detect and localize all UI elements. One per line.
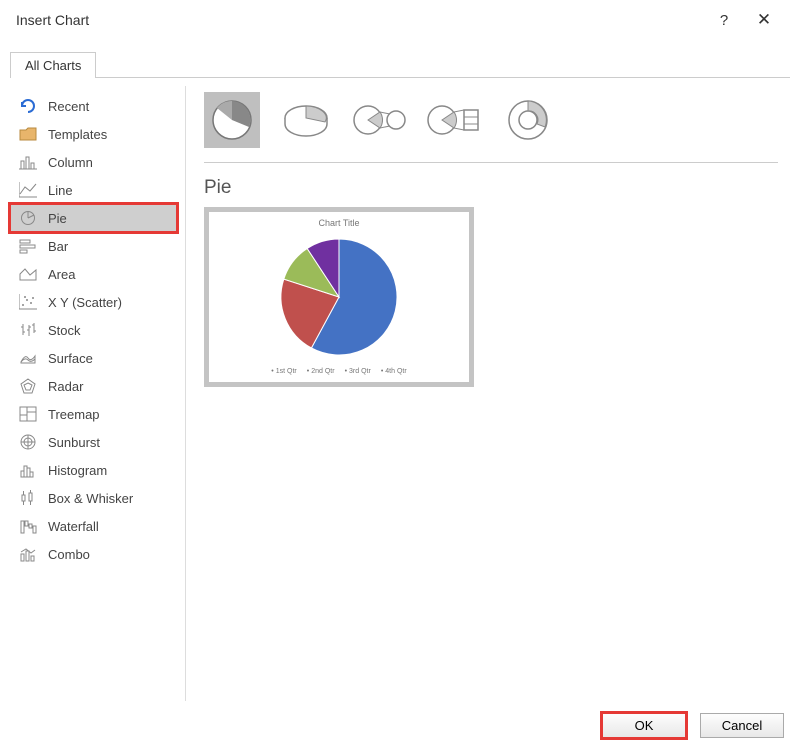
sidebar-item-stock[interactable]: Stock	[10, 316, 177, 344]
sidebar-item-label: X Y (Scatter)	[48, 295, 122, 310]
cancel-button[interactable]: Cancel	[700, 713, 784, 738]
surface-icon	[18, 349, 38, 367]
sunburst-icon	[18, 433, 38, 451]
sidebar-item-recent[interactable]: Recent	[10, 92, 177, 120]
sidebar-item-line[interactable]: Line	[10, 176, 177, 204]
subtype-pie-of-pie[interactable]	[352, 92, 408, 148]
line-icon	[18, 181, 38, 199]
sidebar-item-treemap[interactable]: Treemap	[10, 400, 177, 428]
sidebar-item-area[interactable]: Area	[10, 260, 177, 288]
sidebar-item-sunburst[interactable]: Sunburst	[10, 428, 177, 456]
close-icon[interactable]: ✕	[744, 10, 784, 30]
recent-icon	[18, 97, 38, 115]
sidebar-item-column[interactable]: Column	[10, 148, 177, 176]
sidebar-item-radar[interactable]: Radar	[10, 372, 177, 400]
boxwhisker-icon	[18, 489, 38, 507]
pie-icon	[18, 209, 38, 227]
sidebar-item-label: Treemap	[48, 407, 100, 422]
waterfall-icon	[18, 517, 38, 535]
preview-pie-svg	[274, 232, 404, 362]
preview-title: Chart Title	[318, 218, 359, 228]
sidebar-item-surface[interactable]: Surface	[10, 344, 177, 372]
sidebar-item-bar[interactable]: Bar	[10, 232, 177, 260]
sidebar-item-label: Column	[48, 155, 93, 170]
sidebar-item-label: Combo	[48, 547, 90, 562]
sidebar-item-boxwhisker[interactable]: Box & Whisker	[10, 484, 177, 512]
subtype-pie[interactable]	[204, 92, 260, 148]
sidebar-item-label: Templates	[48, 127, 107, 142]
sidebar-item-label: Recent	[48, 99, 89, 114]
preview-legend: 1st Qtr 2nd Qtr 3rd Qtr 4th Qtr	[271, 368, 406, 375]
subtype-doughnut[interactable]	[500, 92, 556, 148]
sidebar-item-histogram[interactable]: Histogram	[10, 456, 177, 484]
column-icon	[18, 153, 38, 171]
legend-item: 1st Qtr	[271, 368, 296, 375]
combo-icon	[18, 545, 38, 563]
legend-item: 2nd Qtr	[307, 368, 335, 375]
sidebar-item-label: Pie	[48, 211, 67, 226]
pie-heading: Pie	[204, 177, 778, 199]
pie-subtype-row	[204, 92, 778, 163]
histogram-icon	[18, 461, 38, 479]
titlebar: Insert Chart ? ✕	[0, 0, 800, 38]
legend-item: 3rd Qtr	[345, 368, 371, 375]
sidebar-item-scatter[interactable]: X Y (Scatter)	[10, 288, 177, 316]
sidebar-item-label: Histogram	[48, 463, 107, 478]
legend-item: 4th Qtr	[381, 368, 407, 375]
sidebar-item-pie[interactable]: Pie	[10, 204, 177, 232]
sidebar-item-label: Area	[48, 267, 75, 282]
chart-content: Pie Chart Title 1st Qtr 2nd Qtr 3rd Q	[186, 86, 790, 701]
sidebar-item-label: Radar	[48, 379, 83, 394]
sidebar-item-label: Surface	[48, 351, 93, 366]
chart-type-sidebar: Recent Templates Column Line Pie	[10, 86, 186, 701]
chart-preview[interactable]: Chart Title 1st Qtr 2nd Qtr 3rd Qtr 4th …	[204, 207, 474, 387]
templates-icon	[18, 125, 38, 143]
bar-icon	[18, 237, 38, 255]
tabs-row: All Charts	[0, 52, 800, 78]
dialog-title: Insert Chart	[16, 12, 704, 28]
subtype-bar-of-pie[interactable]	[426, 92, 482, 148]
help-icon[interactable]: ?	[704, 12, 744, 29]
sidebar-item-combo[interactable]: Combo	[10, 540, 177, 568]
ok-button[interactable]: OK	[602, 713, 686, 738]
dialog-footer: OK Cancel	[0, 701, 800, 754]
main-area: Recent Templates Column Line Pie	[0, 78, 800, 701]
sidebar-item-label: Line	[48, 183, 73, 198]
subtype-pie-3d[interactable]	[278, 92, 334, 148]
sidebar-item-waterfall[interactable]: Waterfall	[10, 512, 177, 540]
sidebar-item-label: Bar	[48, 239, 68, 254]
sidebar-item-templates[interactable]: Templates	[10, 120, 177, 148]
sidebar-item-label: Stock	[48, 323, 81, 338]
radar-icon	[18, 377, 38, 395]
sidebar-item-label: Waterfall	[48, 519, 99, 534]
stock-icon	[18, 321, 38, 339]
area-icon	[18, 265, 38, 283]
sidebar-item-label: Sunburst	[48, 435, 100, 450]
scatter-icon	[18, 293, 38, 311]
treemap-icon	[18, 405, 38, 423]
tab-all-charts[interactable]: All Charts	[10, 52, 96, 78]
sidebar-item-label: Box & Whisker	[48, 491, 133, 506]
